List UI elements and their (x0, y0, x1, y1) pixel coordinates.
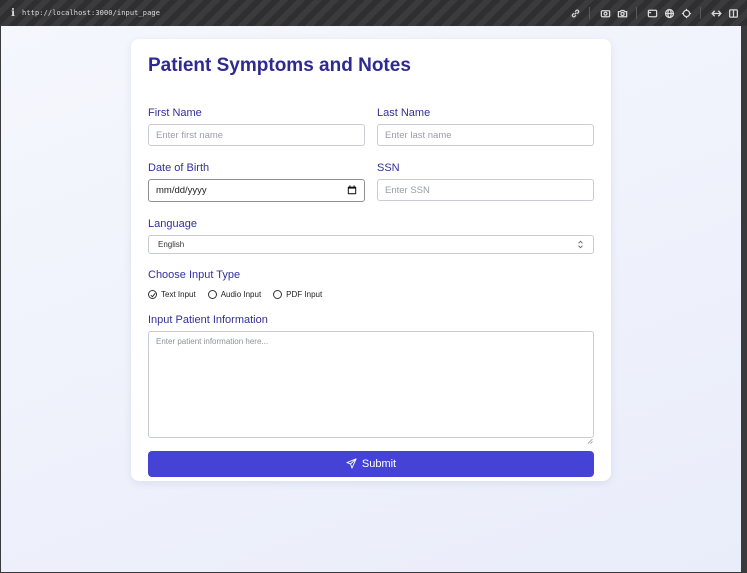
address-bar-url[interactable]: http://localhost:3000/input_page (22, 9, 160, 17)
date-of-birth-input[interactable]: mm/dd/yyyy (148, 179, 365, 202)
date-of-birth-value: mm/dd/yyyy (156, 185, 207, 196)
link-icon[interactable] (567, 5, 583, 21)
window-edge (741, 26, 747, 573)
page-viewport: Patient Symptoms and Notes First Name La… (1, 26, 741, 572)
patient-form-card: Patient Symptoms and Notes First Name La… (131, 39, 611, 481)
radio-unchecked-icon[interactable] (273, 290, 283, 299)
window-icon[interactable] (644, 5, 660, 21)
calendar-icon[interactable] (347, 182, 357, 200)
resize-grip-icon[interactable] (587, 431, 593, 444)
last-name-label: Last Name (377, 107, 431, 119)
submit-button[interactable]: Submit (148, 451, 594, 477)
radio-option-pdf-input[interactable]: PDF Input (273, 290, 322, 299)
date-of-birth-label: Date of Birth (148, 162, 210, 174)
radio-option-text-input[interactable]: Text Input (148, 290, 196, 299)
chevron-up-down-icon (577, 236, 584, 254)
globe-icon[interactable] (661, 5, 677, 21)
info-icon[interactable]: i (6, 8, 20, 19)
ssn-input[interactable] (377, 179, 594, 201)
radio-label-audio-input: Audio Input (220, 290, 262, 299)
radio-checked-icon[interactable] (148, 290, 157, 299)
toolbar-divider (636, 7, 637, 19)
page-title: Patient Symptoms and Notes (148, 55, 411, 76)
input-type-label: Choose Input Type (148, 269, 241, 281)
screenshot-icon[interactable] (597, 5, 613, 21)
patient-info-label: Input Patient Information (148, 314, 268, 326)
toolbar-divider (700, 7, 701, 19)
radio-unchecked-icon[interactable] (207, 290, 217, 299)
sidebar-toggle-icon[interactable] (725, 5, 741, 21)
browser-toolbar: i http://localhost:3000/input_page (0, 0, 747, 26)
first-name-input[interactable] (148, 124, 365, 146)
camera-icon[interactable] (614, 5, 630, 21)
crosshair-icon[interactable] (678, 5, 694, 21)
submit-label: Submit (361, 458, 397, 470)
radio-label-text-input: Text Input (161, 290, 196, 299)
browser-tools (566, 0, 741, 26)
language-select[interactable]: English (148, 235, 594, 254)
radio-label-pdf-input: PDF Input (286, 290, 323, 299)
ssn-label: SSN (377, 162, 400, 174)
toolbar-divider (589, 7, 590, 19)
last-name-input[interactable] (377, 124, 594, 146)
code-arrows-icon[interactable] (708, 5, 724, 21)
send-icon (346, 457, 357, 472)
input-type-radio-group: Text Input Audio Input PDF Input (148, 290, 334, 299)
radio-option-audio-input[interactable]: Audio Input (207, 290, 262, 299)
patient-info-textarea[interactable] (148, 331, 594, 438)
first-name-label: First Name (148, 107, 202, 119)
language-selected-value: English (158, 240, 185, 249)
language-label: Language (148, 218, 197, 230)
